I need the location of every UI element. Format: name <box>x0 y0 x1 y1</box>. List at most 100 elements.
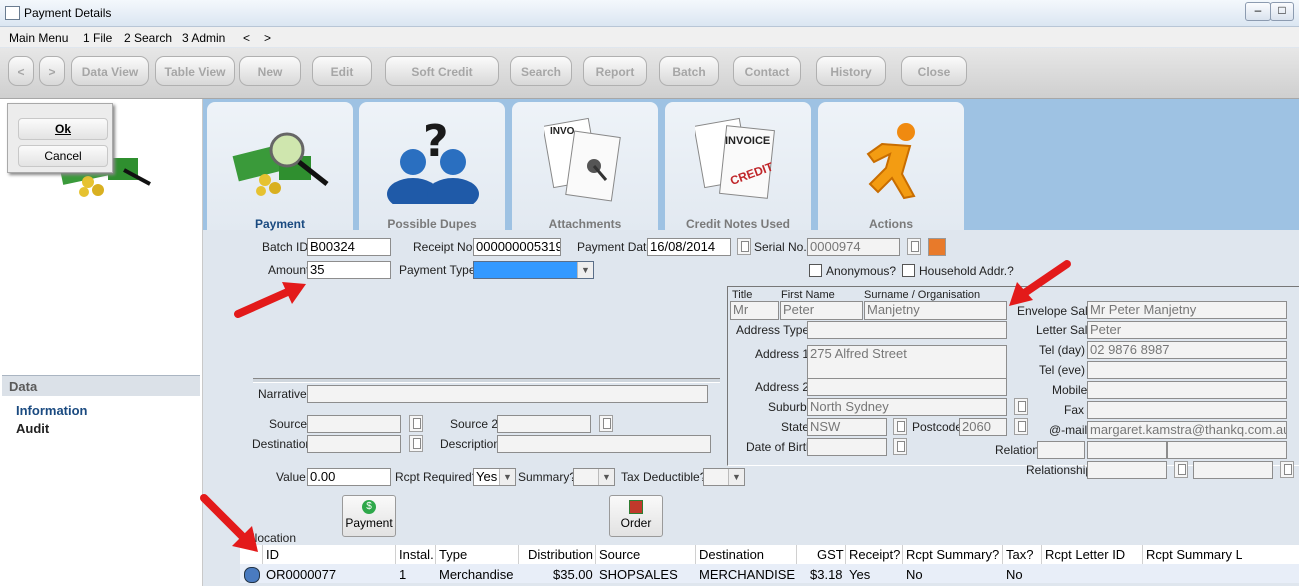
col-source[interactable]: Source <box>599 547 640 562</box>
dollar-icon: $ <box>362 500 376 514</box>
menu-search[interactable]: 2 Search <box>124 31 172 45</box>
source-lookup-icon[interactable] <box>409 415 423 432</box>
tab-credit-notes-used[interactable]: INVOICE CREDIT Credit Notes Used <box>665 102 811 231</box>
data-view-button[interactable]: Data View <box>71 56 149 86</box>
col-destination[interactable]: Destination <box>699 547 764 562</box>
col-rcpt-letter-id[interactable]: Rcpt Letter ID <box>1045 547 1125 562</box>
destination-lookup-icon[interactable] <box>409 435 423 452</box>
serial-no-field[interactable]: 0000974 <box>807 238 900 256</box>
value-field[interactable]: 0.00 <box>307 468 391 486</box>
col-tax[interactable]: Tax? <box>1006 547 1033 562</box>
col-id[interactable]: ID <box>266 547 279 562</box>
postcode-field[interactable]: 2060 <box>959 418 1007 436</box>
relation-field[interactable] <box>1037 441 1085 459</box>
address1-field[interactable]: 275 Alfred Street <box>807 345 1007 379</box>
table-view-button[interactable]: Table View <box>155 56 235 86</box>
col-rcpt-summary-l[interactable]: Rcpt Summary L <box>1146 547 1242 562</box>
contact-card-icon[interactable] <box>928 238 946 256</box>
payment-date-field[interactable]: 16/08/2014 <box>647 238 731 256</box>
email-field[interactable]: margaret.kamstra@thankq.com.au <box>1087 421 1287 439</box>
invoice-pin-icon: INVO <box>544 117 621 202</box>
household-checkbox[interactable] <box>902 264 915 277</box>
letter-sal-field[interactable]: Peter <box>1087 321 1287 339</box>
new-button[interactable]: New <box>239 56 301 86</box>
soft-credit-button[interactable]: Soft Credit <box>385 56 499 86</box>
calendar-picker-icon[interactable] <box>737 238 751 255</box>
destination-field[interactable] <box>307 435 401 453</box>
search-button[interactable]: Search <box>510 56 572 86</box>
surname-field[interactable]: Manjetny <box>864 301 1007 320</box>
menu-admin[interactable]: 3 Admin <box>182 31 225 45</box>
postcode-lookup-icon[interactable] <box>1014 418 1028 435</box>
tel-eve-field[interactable] <box>1087 361 1287 379</box>
description-field[interactable] <box>497 435 711 453</box>
col-rcpt-summary[interactable]: Rcpt Summary? <box>906 547 999 562</box>
col-gst[interactable]: GST <box>817 547 844 562</box>
relationship-field[interactable] <box>1087 461 1167 479</box>
address-type-field[interactable] <box>807 321 1007 339</box>
envelope-sal-field[interactable]: Mr Peter Manjetny <box>1087 301 1287 319</box>
nav-audit[interactable]: Audit <box>16 421 49 436</box>
contact-button[interactable]: Contact <box>733 56 801 86</box>
source2-field[interactable] <box>497 415 591 433</box>
col-distribution[interactable]: Distribution <box>528 547 593 562</box>
title-field[interactable]: Mr <box>730 301 779 320</box>
ok-button[interactable]: Ok <box>18 118 108 140</box>
state-lookup-icon[interactable] <box>893 418 907 435</box>
restore-button[interactable]: □ <box>1270 2 1294 21</box>
relationship-label: Relationship <box>1026 463 1093 477</box>
cancel-button[interactable]: Cancel <box>18 145 108 167</box>
anonymous-checkbox[interactable] <box>809 264 822 277</box>
report-button[interactable]: Report <box>583 56 647 86</box>
forward-button[interactable]: > <box>39 56 65 86</box>
nav-information[interactable]: Information <box>16 403 88 418</box>
relation-field-3[interactable] <box>1167 441 1287 459</box>
receipt-no-field[interactable]: 000000005319 <box>473 238 561 256</box>
suburb-lookup-icon[interactable] <box>1014 398 1028 415</box>
serial-lookup-icon[interactable] <box>907 238 921 255</box>
address2-field[interactable] <box>807 378 1007 396</box>
dob-field[interactable] <box>807 438 887 456</box>
history-button[interactable]: History <box>816 56 886 86</box>
suburb-field[interactable]: North Sydney <box>807 398 1007 416</box>
relationship-field-2[interactable] <box>1193 461 1273 479</box>
chevron-down-icon: ▼ <box>577 262 593 278</box>
tab-payment[interactable]: Payment <box>207 102 353 231</box>
col-instal[interactable]: Instal. <box>399 547 434 562</box>
relationship-lookup-icon-2[interactable] <box>1280 461 1294 478</box>
tab-possible-dupes[interactable]: ? Possible Dupes <box>359 102 505 231</box>
tel-day-field[interactable]: 02 9876 8987 <box>1087 341 1287 359</box>
col-receipt[interactable]: Receipt? <box>849 547 900 562</box>
back-button[interactable]: < <box>8 56 34 86</box>
batch-id-field[interactable]: B00324 <box>307 238 391 256</box>
amount-field[interactable]: 35 <box>307 261 391 279</box>
menu-file[interactable]: 1 File <box>83 31 112 45</box>
source2-lookup-icon[interactable] <box>599 415 613 432</box>
relationship-lookup-icon[interactable] <box>1174 461 1188 478</box>
menu-forward[interactable]: > <box>264 31 271 45</box>
menu-back[interactable]: < <box>243 31 250 45</box>
rcpt-required-select[interactable]: Yes ▼ <box>473 468 516 486</box>
edit-button[interactable]: Edit <box>312 56 372 86</box>
minimize-button[interactable]: ‒ <box>1245 2 1271 21</box>
source-field[interactable] <box>307 415 401 433</box>
menu-main-menu[interactable]: Main Menu <box>9 31 68 45</box>
batch-button[interactable]: Batch <box>659 56 719 86</box>
tab-attachments[interactable]: INVO Attachments <box>512 102 658 231</box>
first-name-field[interactable]: Peter <box>780 301 863 320</box>
close-button[interactable]: Close <box>901 56 967 86</box>
summary-select[interactable]: ▼ <box>573 468 615 486</box>
payment-type-select[interactable]: ▼ <box>473 261 594 279</box>
cell-rcpt-summary: No <box>906 567 923 582</box>
tax-deductible-select[interactable]: ▼ <box>703 468 745 486</box>
mobile-field[interactable] <box>1087 381 1287 399</box>
col-type[interactable]: Type <box>439 547 467 562</box>
fax-field[interactable] <box>1087 401 1287 419</box>
dob-picker-icon[interactable] <box>893 438 907 455</box>
relation-field-2[interactable] <box>1087 441 1167 459</box>
order-button[interactable]: Order <box>609 495 663 537</box>
narrative-field[interactable] <box>307 385 708 403</box>
payment-button[interactable]: $ Payment <box>342 495 396 537</box>
tab-actions[interactable]: Actions <box>818 102 964 231</box>
state-field[interactable]: NSW <box>807 418 887 436</box>
